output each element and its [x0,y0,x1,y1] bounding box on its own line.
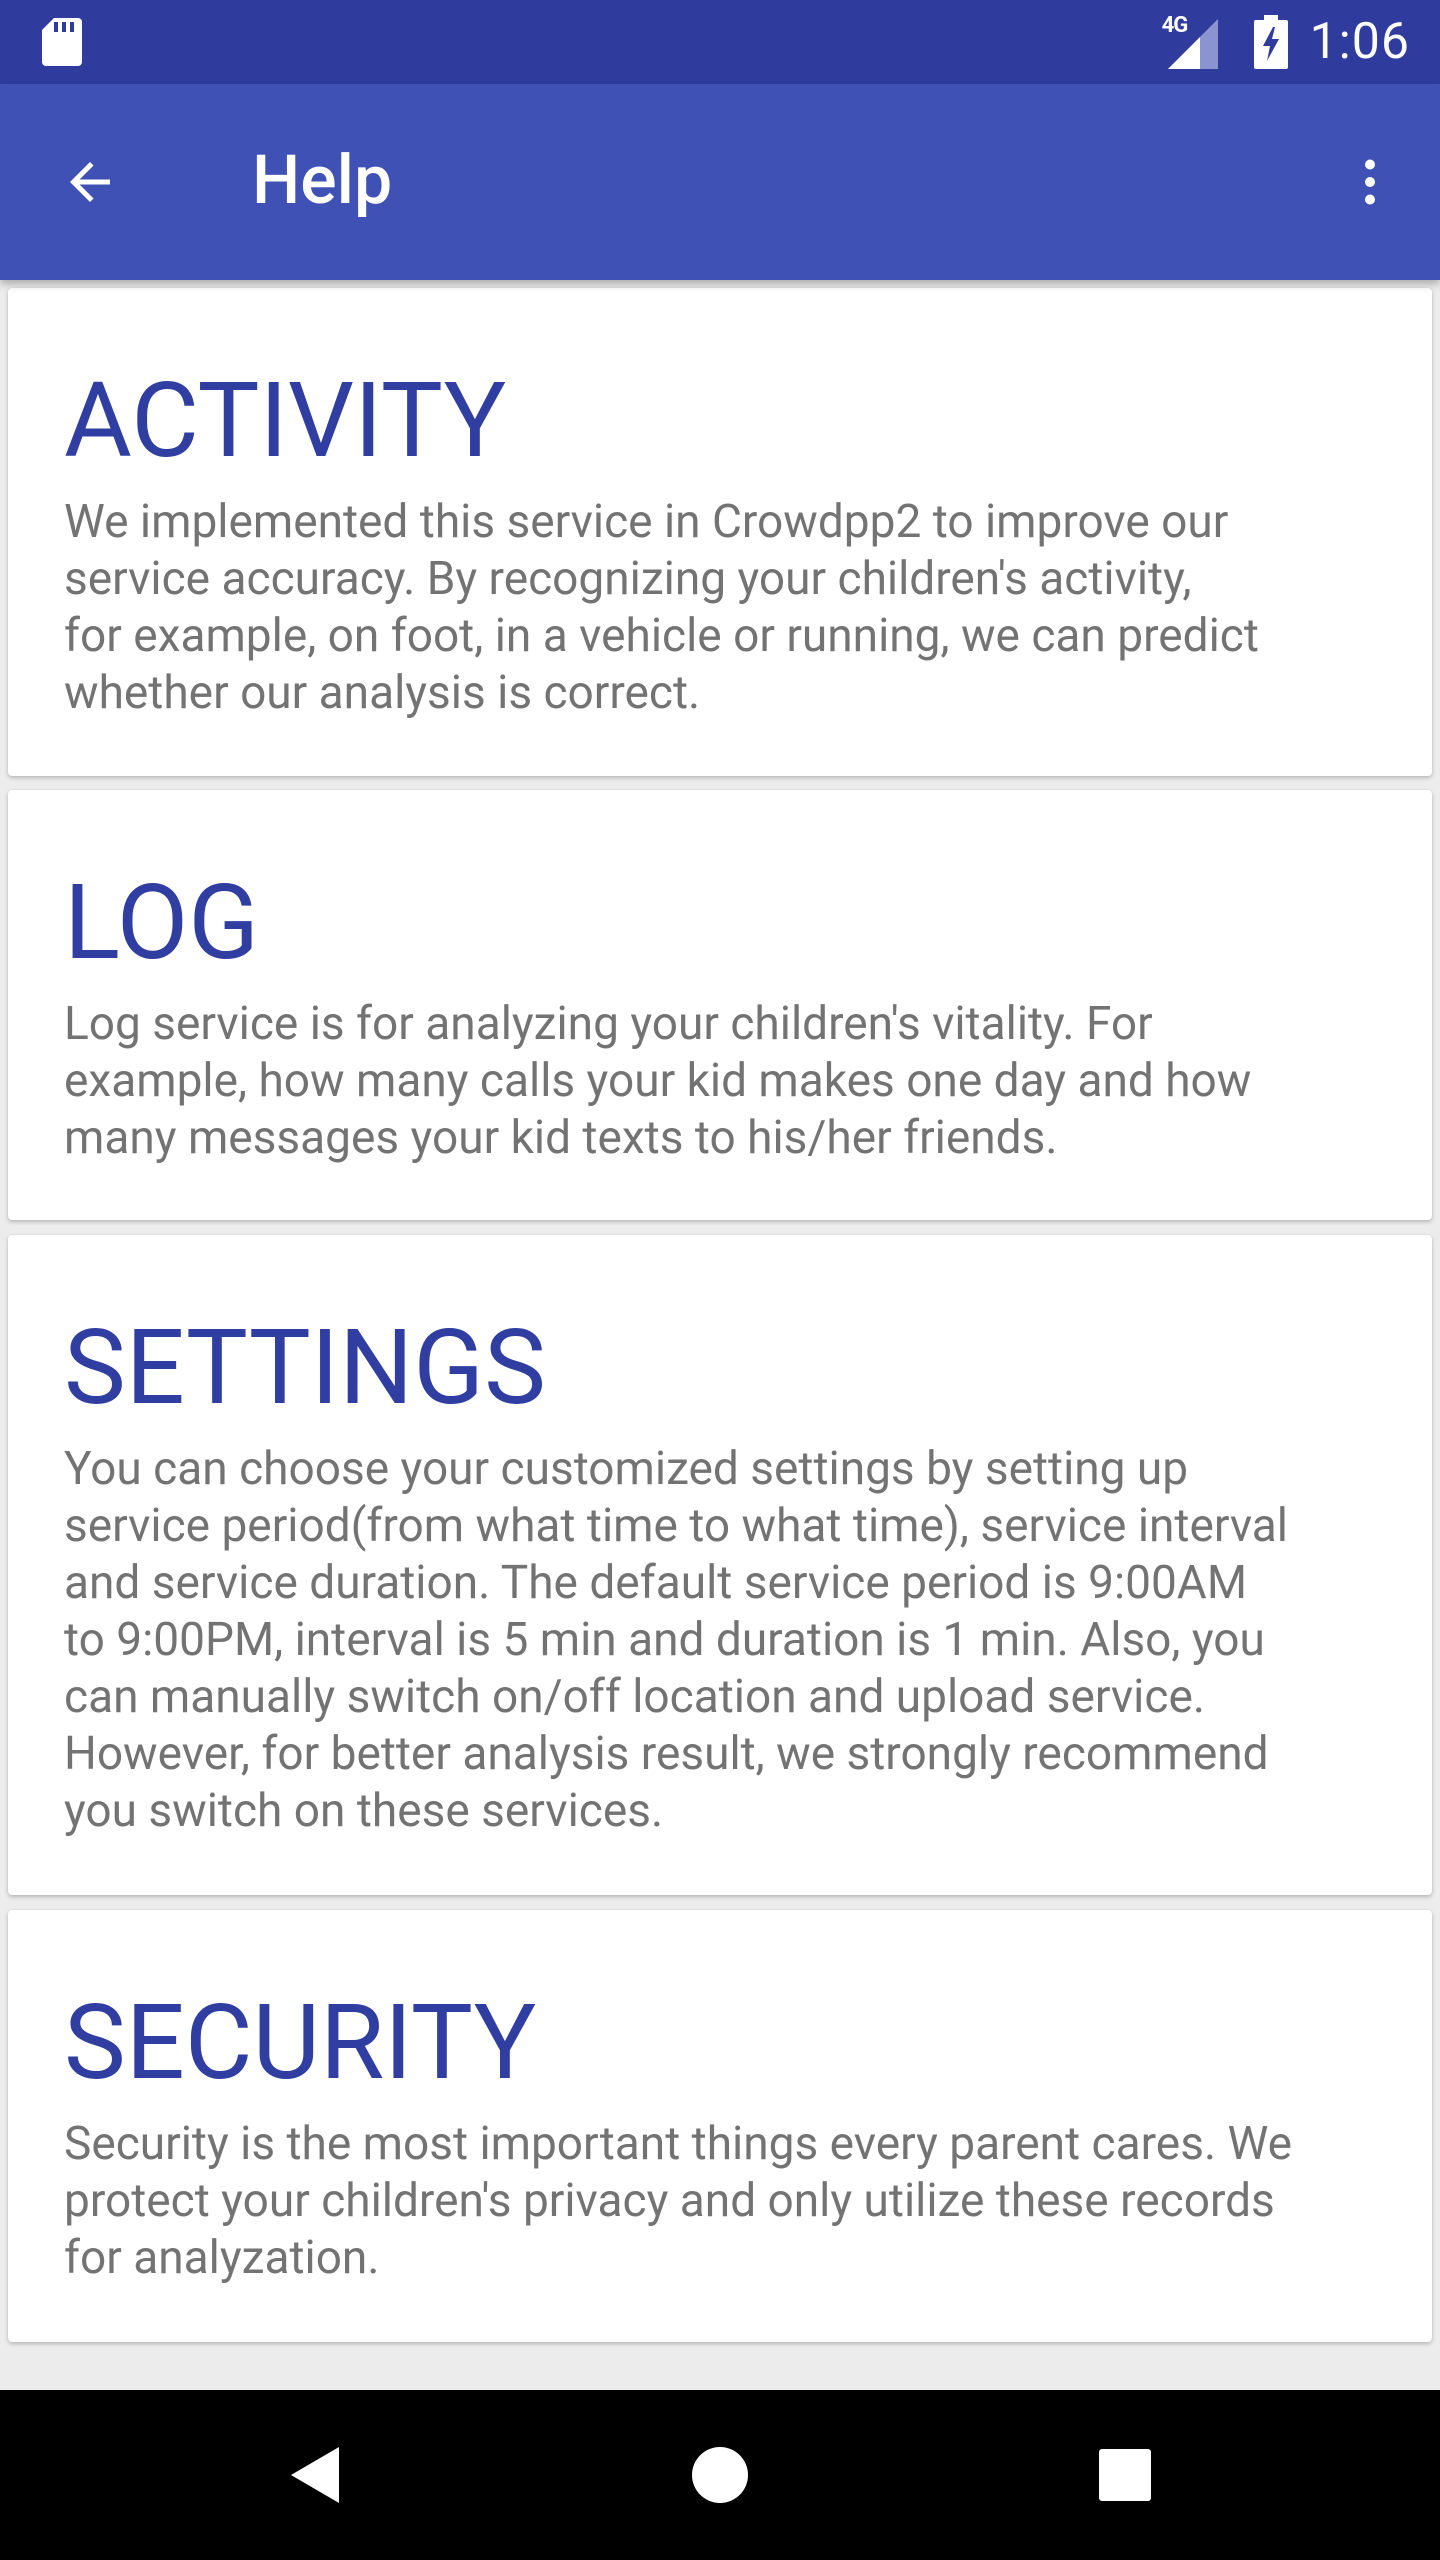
page-title: Help [252,140,393,220]
help-card-security: SECURITY Security is the most important … [8,1910,1432,2342]
overflow-menu-button[interactable] [1330,142,1410,222]
navigation-bar [0,2390,1440,2560]
triangle-back-icon [291,2447,339,2503]
back-button[interactable] [50,142,130,222]
section-body: Security is the most important things ev… [64,2117,1292,2285]
section-title: SETTINGS [64,1308,546,1429]
section-body: You can choose your customized settings … [64,1442,1288,1838]
status-icons: 4G 1:06 [1161,0,1410,84]
help-card-activity: ACTIVITY We implemented this service in … [8,288,1432,776]
signal-icon: 4G [1161,13,1218,69]
network-type-label: 4G [1161,13,1189,38]
nav-back-button[interactable] [270,2430,360,2520]
help-card-settings: SETTINGS You can choose your customized … [8,1235,1432,1895]
section-body: We implemented this service in Crowdpp2 … [64,495,1259,720]
help-card-log: LOG Log service is for analyzing your ch… [8,790,1432,1220]
status-clock: 1:06 [1309,13,1410,71]
battery-charging-icon [1253,15,1288,69]
help-content[interactable]: ACTIVITY We implemented this service in … [0,280,1440,2390]
section-title: ACTIVITY [64,361,507,482]
section-title: LOG [64,863,260,984]
circle-home-icon [692,2447,748,2503]
sd-card-icon [42,18,82,66]
nav-home-button[interactable] [675,2430,765,2520]
nav-recents-button[interactable] [1080,2430,1170,2520]
square-recents-icon [1099,2449,1151,2501]
app-bar: Help [0,84,1440,280]
section-title: SECURITY [64,1983,537,2104]
arrow-back-icon [70,162,110,202]
status-bar: 4G 1:06 [0,0,1440,84]
more-vert-icon [1365,159,1375,205]
section-body: Log service is for analyzing your childr… [64,997,1252,1165]
